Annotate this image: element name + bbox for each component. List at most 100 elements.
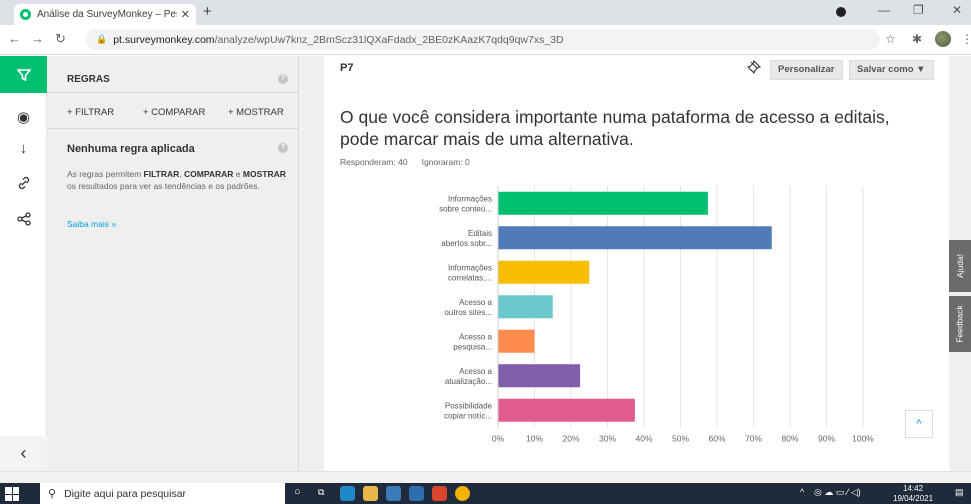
desc-show: MOSTRAR — [242, 169, 286, 179]
category-label: Informações — [448, 263, 492, 272]
x-tick-label: 80% — [781, 434, 798, 444]
taskbar-search-field[interactable]: ⚲ Digite aqui para pesquisar — [40, 483, 285, 504]
rules-panel: REGRAS ? + FILTRAR + COMPARAR + MOSTRAR … — [47, 56, 299, 471]
record-icon — [836, 7, 846, 17]
eye-icon[interactable]: ◉ — [0, 108, 47, 126]
category-label: correlatas,... — [448, 273, 492, 282]
browser-tab-bar: Análise da SurveyMonkey – Pesqu ✕ + — ❐ … — [0, 0, 971, 25]
bookmark-star-icon[interactable]: ☆ — [885, 32, 896, 46]
compare-button[interactable]: + COMPARAR — [143, 107, 205, 118]
pin-icon[interactable] — [744, 59, 764, 79]
address-bar-row: ← → ↻ 🔒 pt.surveymonkey.com/analyze/wpUw… — [0, 25, 971, 55]
answered-count: Responderam: 40 — [340, 157, 408, 167]
show-button[interactable]: + MOSTRAR — [228, 107, 284, 118]
share-icon[interactable] — [0, 212, 47, 230]
bar — [498, 364, 581, 388]
browser-tab[interactable]: Análise da SurveyMonkey – Pesqu ✕ — [14, 4, 196, 25]
edge-icon[interactable] — [340, 486, 355, 501]
question-card: P7 Personalizar Salvar como ▼ O que você… — [324, 56, 949, 471]
category-label: Informações — [448, 194, 492, 203]
filter-button[interactable]: + FILTRAR — [67, 107, 114, 118]
tray-chevron-icon[interactable]: ^ — [800, 487, 804, 497]
x-tick-label: 40% — [635, 434, 652, 444]
category-label: Editais — [468, 229, 492, 238]
forward-arrow-icon[interactable]: → — [31, 31, 44, 46]
store-icon[interactable] — [386, 486, 401, 501]
surveymonkey-favicon-icon — [20, 9, 31, 20]
category-label: Possibilidade — [445, 401, 493, 410]
desc-filter: FILTRAR — [143, 169, 180, 179]
bar — [498, 398, 635, 422]
category-label: abertos sobr... — [441, 239, 492, 248]
x-tick-label: 0% — [492, 434, 505, 444]
search-icon: ⚲ — [48, 488, 57, 500]
collapse-chevron-icon[interactable]: ‹ — [0, 436, 47, 471]
save-as-button[interactable]: Salvar como ▼ — [849, 60, 934, 80]
main-content: P7 Personalizar Salvar como ▼ O que você… — [299, 56, 949, 471]
url-host: pt.surveymonkey.com — [113, 33, 215, 46]
restore-icon[interactable]: ❐ — [913, 3, 924, 17]
download-arrow-icon[interactable]: ↓ — [0, 140, 47, 157]
minimize-icon[interactable]: — — [878, 3, 890, 17]
bar — [498, 295, 553, 319]
url-path: /analyze/wpUw7knz_2BmScz31lQXaFdadx_2BE0… — [214, 33, 564, 46]
question-title: O que você considera importante numa pat… — [340, 107, 890, 149]
horizontal-scrollbar[interactable] — [0, 471, 971, 483]
close-window-icon[interactable]: ✕ — [952, 3, 962, 17]
profile-avatar[interactable] — [935, 31, 951, 47]
category-label: sobre conteú... — [439, 204, 492, 213]
rule-help-question-icon[interactable]: ? — [278, 143, 288, 153]
category-label: atualização... — [445, 377, 492, 386]
clock-date: 19/04/2021 — [893, 494, 934, 503]
question-number: P7 — [340, 62, 354, 74]
bar — [498, 260, 590, 284]
back-arrow-icon[interactable]: ← — [8, 31, 21, 46]
desc-text-3: e — [233, 169, 243, 179]
bar-chart: 0% 10% 20% 30% 40% 50% 60% 70% 80% 90% 100% Informa… — [439, 186, 874, 444]
scroll-up-button[interactable]: ^ — [905, 410, 933, 438]
desc-text-1: As regras permitem — [67, 169, 144, 179]
x-tick-label: 70% — [745, 434, 762, 444]
close-tab-icon[interactable]: ✕ — [181, 8, 190, 21]
link-icon[interactable] — [0, 176, 47, 194]
windows-taskbar: ⚲ Digite aqui para pesquisar ○ ⧉ ^ ◎ ☁ ▭ … — [0, 483, 971, 504]
file-explorer-icon[interactable] — [363, 486, 378, 501]
rules-description: As regras permitem FILTRAR, COMPARAR e M… — [67, 168, 287, 192]
feedback-tab[interactable]: Feedback — [949, 296, 971, 352]
task-view-icon[interactable]: ⧉ — [318, 487, 324, 498]
x-tick-label: 100% — [852, 434, 874, 444]
rules-header: REGRAS ? — [47, 56, 299, 93]
filter-icon[interactable] — [0, 56, 47, 93]
desc-text-4: os resultados para ver as tendências e o… — [67, 181, 260, 191]
no-rule-heading: Nenhuma regra aplicada — [67, 143, 195, 155]
chrome-icon[interactable] — [455, 486, 470, 501]
url-field[interactable]: 🔒 pt.surveymonkey.com/analyze/wpUw7knz_2… — [86, 29, 880, 50]
skipped-count: Ignoraram: 0 — [421, 157, 470, 167]
reload-icon[interactable]: ↻ — [55, 31, 66, 47]
x-tick-label: 20% — [562, 434, 579, 444]
help-tab[interactable]: Ajuda! — [949, 240, 971, 292]
menu-dots-icon[interactable]: ⋮ — [961, 32, 971, 46]
help-question-icon[interactable]: ? — [278, 74, 288, 84]
category-label: pesquisa... — [453, 342, 492, 351]
desc-compare: COMPARAR — [184, 169, 234, 179]
mail-icon[interactable] — [409, 486, 424, 501]
x-tick-label: 60% — [708, 434, 725, 444]
taskbar-clock[interactable]: 14:42 19/04/2021 — [893, 484, 933, 504]
tray-app-icons[interactable]: ◎ ☁ ▭ ⁄ ◁) — [814, 487, 861, 498]
new-tab-button[interactable]: + — [203, 3, 212, 20]
learn-more-link[interactable]: Saiba mais » — [67, 219, 116, 229]
bar — [498, 329, 535, 353]
customize-button[interactable]: Personalizar — [770, 60, 843, 80]
office-icon[interactable] — [432, 486, 447, 501]
rules-title: REGRAS — [67, 74, 110, 85]
notifications-icon[interactable]: ▤ — [955, 487, 964, 498]
x-tick-label: 90% — [818, 434, 835, 444]
category-label: Acesso a — [459, 298, 492, 307]
cortana-icon[interactable]: ○ — [294, 486, 301, 498]
category-label: copiar notíc... — [444, 411, 492, 420]
feedback-tab-label: Feedback — [955, 305, 965, 343]
extensions-icon[interactable]: ✱ — [912, 32, 922, 46]
bar — [498, 226, 772, 250]
windows-start-icon[interactable] — [5, 487, 19, 501]
